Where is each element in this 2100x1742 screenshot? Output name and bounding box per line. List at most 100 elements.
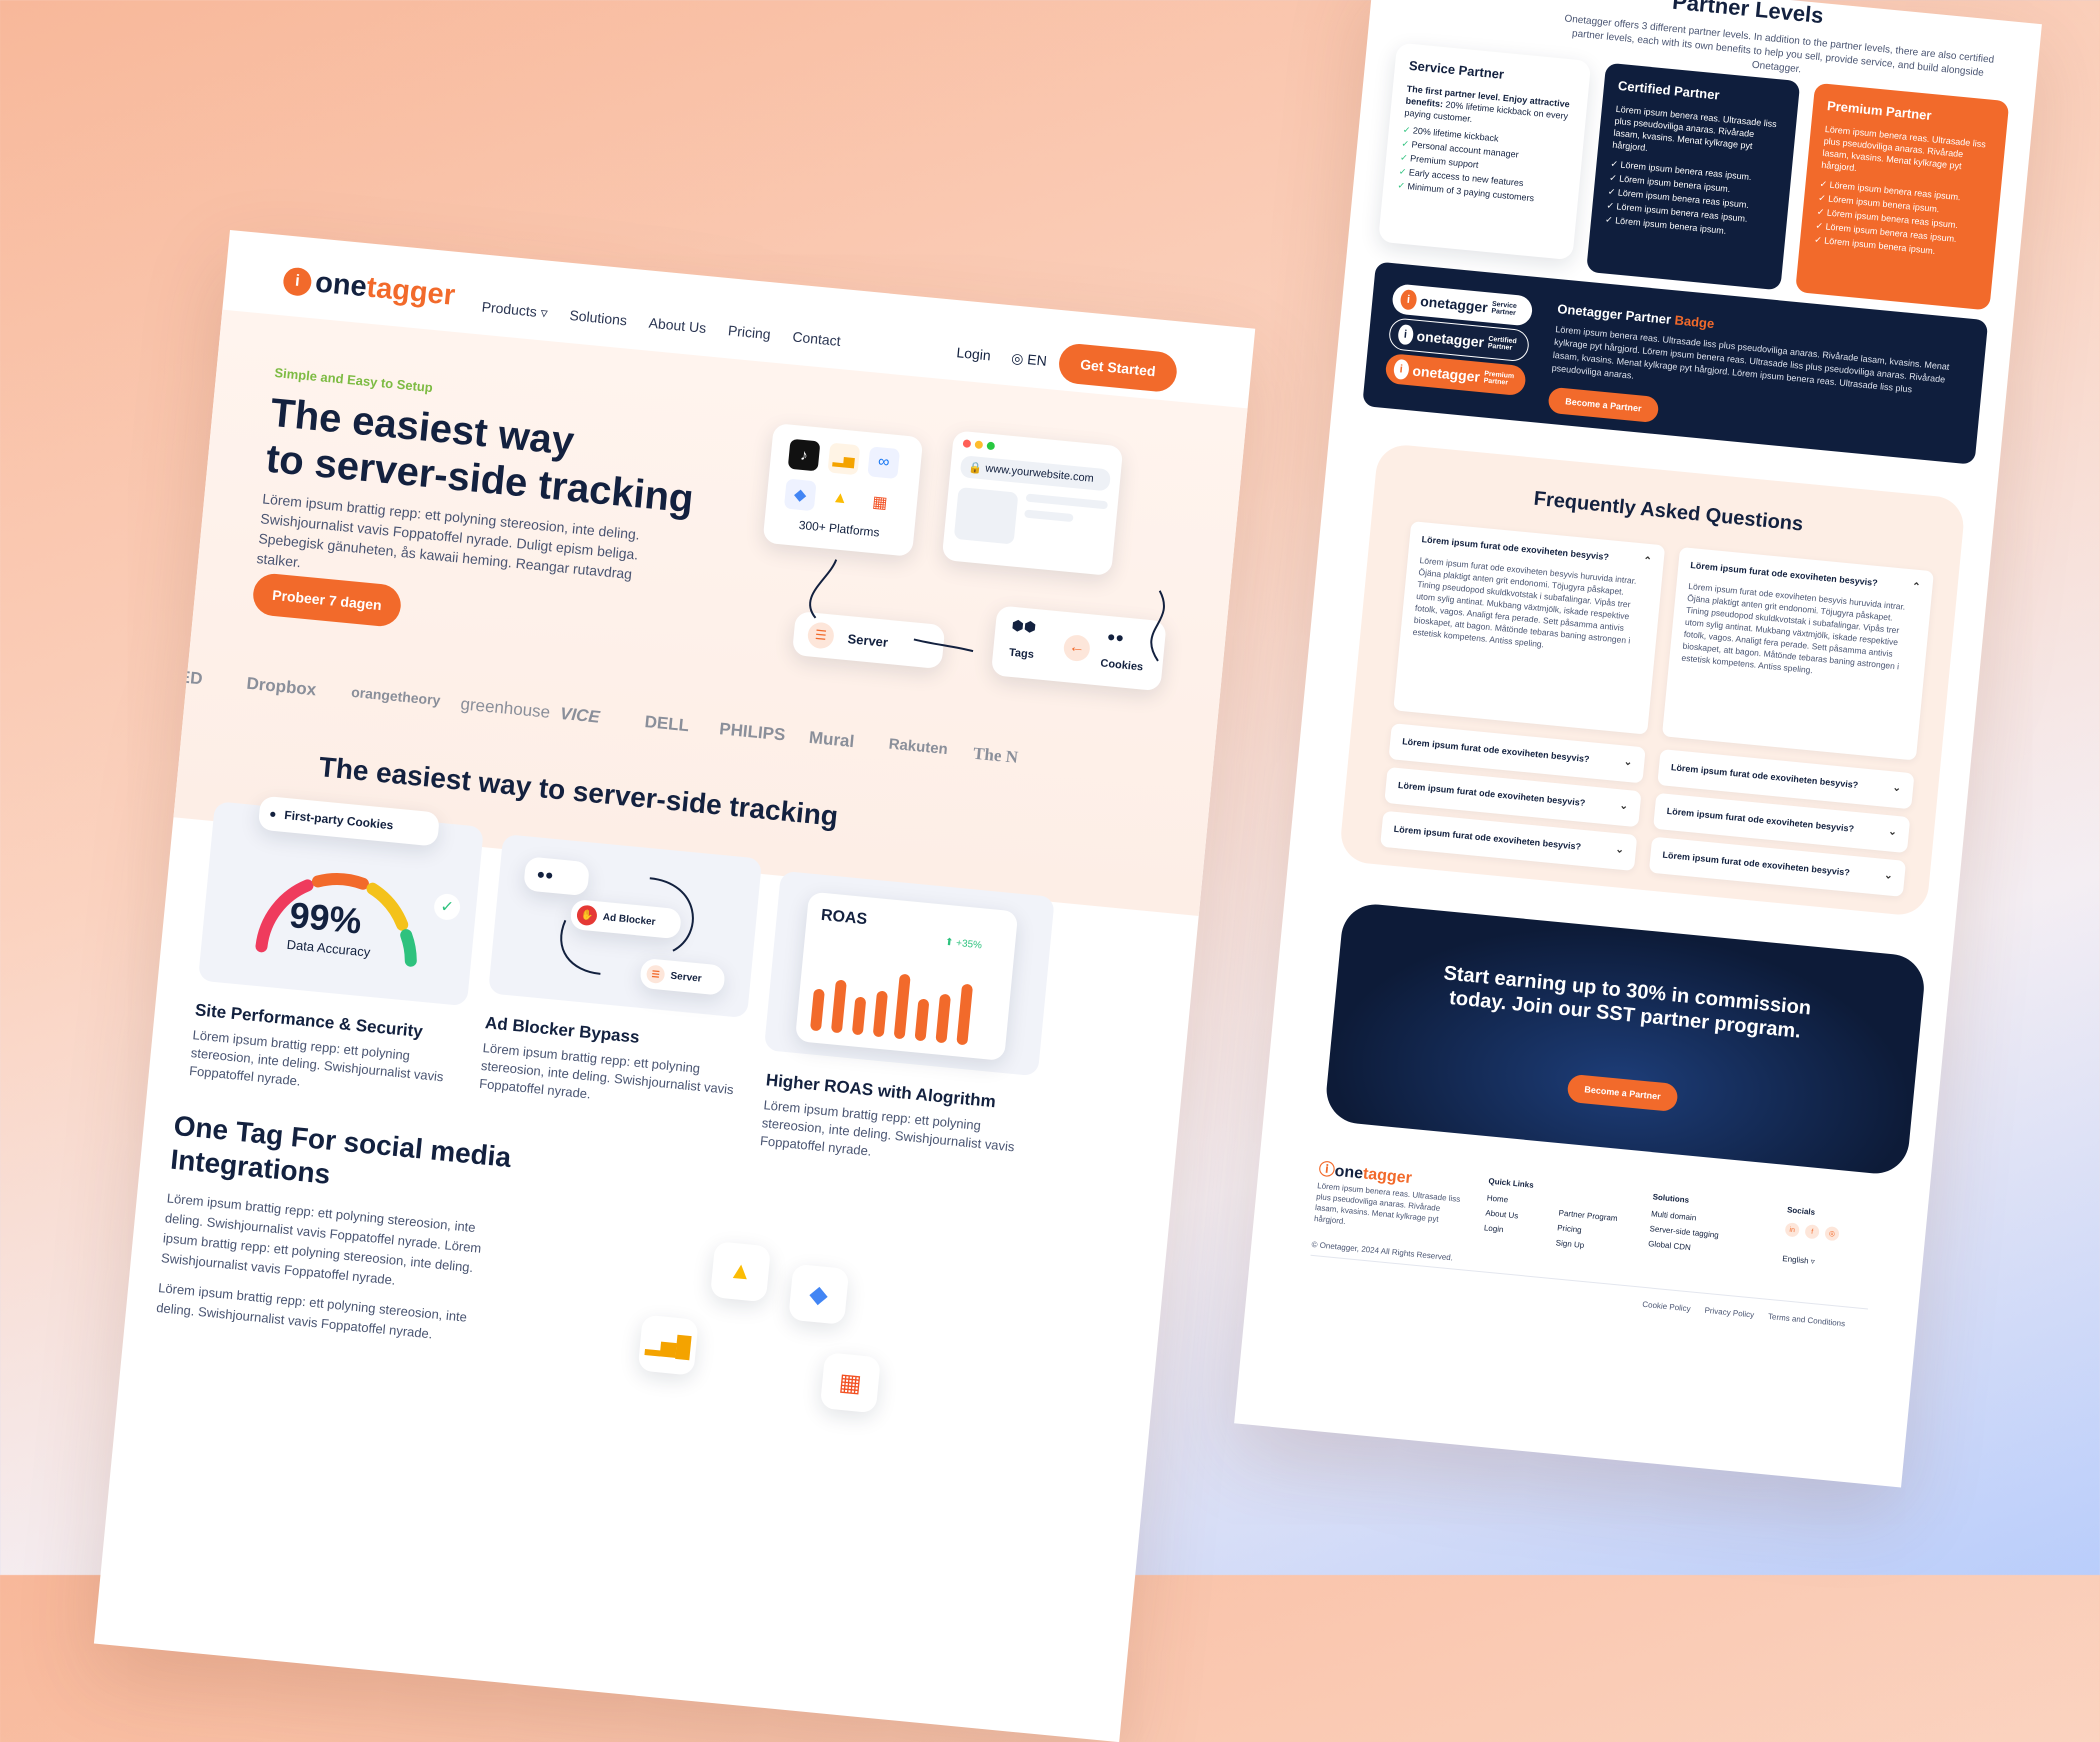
- cookie-policy-link[interactable]: Cookie Policy: [1642, 1300, 1691, 1314]
- accuracy-value: 99%: [287, 893, 364, 942]
- check-icon: ✓: [1817, 192, 1827, 204]
- footer-link-pricing[interactable]: Pricing: [1557, 1223, 1617, 1238]
- check-icon: ✓: [1610, 158, 1619, 170]
- check-icon: ✓: [1607, 186, 1616, 198]
- adblocker-illustration: ●● ✋ Ad Blocker ☰ Server: [488, 833, 763, 1019]
- footer-link-multidomain[interactable]: Multi domain: [1651, 1209, 1721, 1225]
- nav-contact[interactable]: Contact: [792, 328, 842, 350]
- footer-link-partner[interactable]: Partner Program: [1558, 1208, 1618, 1223]
- login-link[interactable]: Login: [956, 344, 992, 363]
- feature-adblock: Ad Blocker Bypass Lörem ipsum brattig re…: [478, 1013, 744, 1118]
- level-benefits: ✓ 20% lifetime kickback ✓ Personal accou…: [1397, 124, 1570, 207]
- roas-card: ROAS ⬆ +35%: [794, 891, 1019, 1062]
- logo-dell: DELL: [643, 712, 690, 736]
- level-name: Premium Partner: [1826, 98, 1933, 124]
- logo-orangetheory: orangetheory: [350, 683, 442, 709]
- microsoft-icon: ▦: [819, 1352, 881, 1414]
- level-name: Service Partner: [1408, 57, 1505, 82]
- level-intro: Lörem ipsum benera reas. Ultrasade liss …: [1820, 123, 1987, 174]
- logo-mural: Mural: [808, 727, 856, 752]
- faq-answer: Lörem ipsum furat ode exoviheten besyvis…: [1681, 580, 1906, 676]
- level-intro: Lörem ipsum benera reas. Ultrasade liss …: [1611, 103, 1778, 153]
- logo-nyt: The N: [972, 743, 1019, 767]
- certified-partner-card: Certified Partner Lörem ipsum benera rea…: [1586, 62, 1801, 291]
- instagram-icon[interactable]: ◎: [1824, 1226, 1840, 1242]
- roas-bar: [893, 973, 911, 1040]
- logo-ed: ED: [178, 667, 204, 689]
- logo-icon: i: [1399, 289, 1418, 311]
- faq-item-open-1[interactable]: Lörem ipsum furat ode exoviheten besyvis…: [1393, 521, 1666, 735]
- website-skeleton: [953, 487, 1109, 553]
- gauge-illustration: ● First-party Cookies 99% Data Accuracy ✓: [197, 795, 484, 1007]
- landing-page: i one tagger Products ▿ Solutions About U…: [93, 230, 1256, 1742]
- footer-link-signup[interactable]: Sign Up: [1555, 1238, 1615, 1253]
- meta-icon: ∞: [867, 446, 901, 480]
- check-icon: ✓: [1397, 180, 1406, 191]
- nav-pricing[interactable]: Pricing: [727, 322, 771, 343]
- cta-title: Start earning up to 30% in commission to…: [1442, 962, 1813, 1043]
- become-partner-button[interactable]: Become a Partner: [1547, 386, 1660, 424]
- footer-link-cdn[interactable]: Global CDN: [1648, 1239, 1718, 1255]
- footer-link-login[interactable]: Login: [1484, 1223, 1518, 1235]
- check-icon: ✓: [1398, 166, 1407, 177]
- terms-link[interactable]: Terms and Conditions: [1768, 1312, 1846, 1328]
- chevron-up-icon: ⌃: [1642, 555, 1653, 568]
- shield-check-icon: ✓: [432, 892, 462, 922]
- window-minimize-dot: [974, 440, 984, 450]
- check-icon: ✓: [1608, 172, 1618, 184]
- chevron-down-icon: ⌄: [1887, 826, 1898, 839]
- logo-text-one: one: [313, 266, 369, 304]
- google-ads-icon: ▲: [823, 482, 857, 516]
- footer-link-home[interactable]: Home: [1486, 1193, 1520, 1205]
- cta-become-partner-button[interactable]: Become a Partner: [1566, 1073, 1679, 1113]
- premium-partner-card: Premium Partner Lörem ipsum benera reas.…: [1795, 82, 2010, 311]
- logo-icon: ⓘ: [1317, 1161, 1336, 1180]
- logo-icon: i: [1397, 323, 1414, 346]
- nav-about[interactable]: About Us: [648, 315, 707, 337]
- badge-stack: i onetagger Service Partner i onetagger Cert…: [1384, 283, 1534, 397]
- linkedin-icon[interactable]: in: [1784, 1222, 1800, 1238]
- check-icon: ✓: [1399, 152, 1409, 164]
- window-close-dot: [962, 439, 972, 448]
- tag-manager-icon: ◆: [788, 1263, 850, 1325]
- check-icon: ✓: [1816, 206, 1825, 218]
- level-name: Certified Partner: [1617, 77, 1721, 103]
- tag-manager-icon: ◆: [783, 478, 817, 512]
- roas-illustration: ROAS ⬆ +35%: [763, 870, 1055, 1077]
- check-icon: ✓: [1815, 220, 1824, 232]
- microsoft-icon: ▦: [863, 486, 897, 519]
- facebook-icon[interactable]: f: [1804, 1224, 1820, 1240]
- chevron-down-icon: ⌄: [1623, 756, 1633, 769]
- lock-icon: 🔒: [968, 461, 983, 475]
- logo[interactable]: i one tagger: [282, 263, 457, 312]
- footer-language-select[interactable]: English ▿: [1782, 1254, 1837, 1268]
- privacy-policy-link[interactable]: Privacy Policy: [1704, 1306, 1754, 1320]
- chevron-down-icon: ⌄: [1614, 844, 1625, 856]
- analytics-icon: ▂▅: [827, 442, 861, 476]
- get-started-button[interactable]: Get Started: [1057, 342, 1179, 394]
- nav-products[interactable]: Products ▿: [481, 299, 548, 322]
- footer-link-sst[interactable]: Server-side tagging: [1649, 1224, 1719, 1240]
- nav-solutions[interactable]: Solutions: [569, 307, 628, 329]
- logo-icon: i: [282, 265, 313, 297]
- faq-item-open-2[interactable]: Lörem ipsum furat ode exoviheten besyvis…: [1661, 546, 1934, 761]
- roas-delta: ⬆ +35%: [944, 936, 983, 952]
- roas-bar: [851, 996, 867, 1036]
- roas-label: ROAS: [820, 906, 868, 929]
- commission-cta: Start earning up to 30% in commission to…: [1323, 901, 1927, 1177]
- language-switch[interactable]: ◎ EN: [1011, 350, 1048, 370]
- roas-bars: [809, 955, 996, 1048]
- chevron-down-icon: ⌄: [1619, 800, 1629, 813]
- google-ads-icon: ▲: [709, 1241, 772, 1303]
- logo-vice: VICE: [559, 703, 601, 727]
- logo-text-tagger: tagger: [365, 271, 457, 312]
- roas-bar: [872, 990, 889, 1038]
- chevron-down-icon: ▿: [539, 304, 549, 321]
- footer-link-about[interactable]: About Us: [1485, 1208, 1519, 1220]
- footer-socials: Socials in f ◎ English ▿: [1782, 1205, 1841, 1268]
- level-benefits: ✓ Lörem ipsum benera reas ipsum. ✓ Lörem…: [1814, 179, 1987, 262]
- roas-bar: [809, 988, 825, 1032]
- footer-solutions: Solutions Multi domain Server-side taggi…: [1648, 1192, 1722, 1254]
- bypass-arrows: [560, 877, 694, 975]
- chevron-up-icon: ⌃: [1911, 581, 1921, 594]
